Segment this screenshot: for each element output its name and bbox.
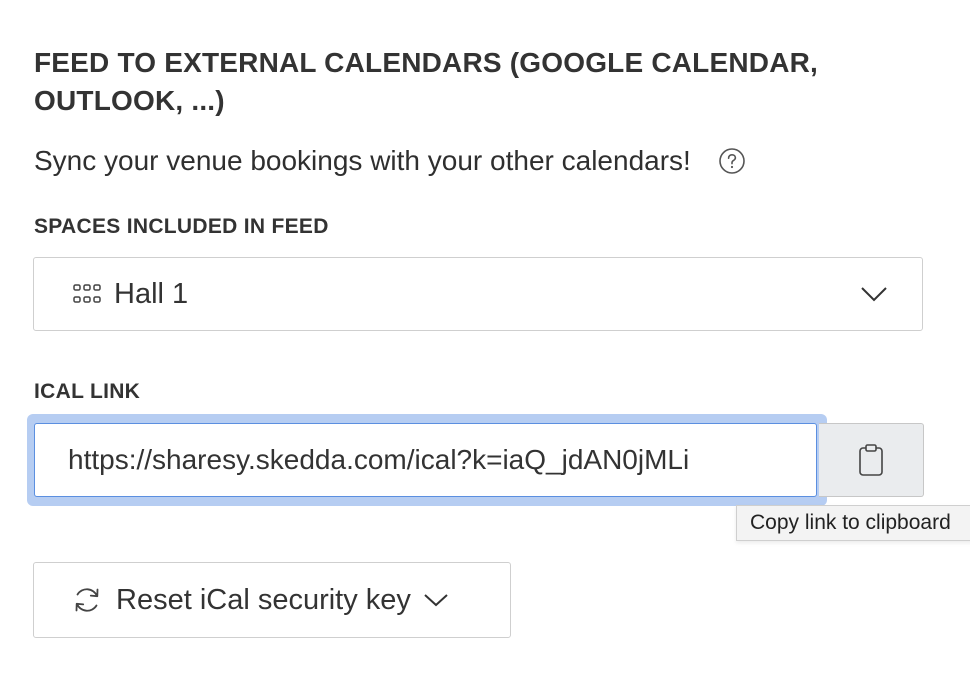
ical-link-label: ICAL LINK [34, 380, 141, 403]
spaces-label: SPACES INCLUDED IN FEED [34, 215, 329, 238]
ical-link-row [27, 414, 927, 506]
focus-ring [27, 414, 827, 506]
copy-link-tooltip: Copy link to clipboard [736, 505, 970, 541]
spaces-selected-value: Hall 1 [114, 277, 189, 310]
chevron-down-icon [423, 592, 449, 608]
subtitle: Sync your venue bookings with your other… [34, 145, 691, 176]
question-circle-icon[interactable] [719, 148, 745, 174]
clipboard-icon [858, 443, 884, 477]
copy-link-button[interactable] [819, 423, 924, 497]
refresh-icon [72, 585, 102, 615]
grid-icon [72, 283, 102, 305]
reset-ical-key-button[interactable]: Reset iCal security key [33, 562, 511, 638]
reset-ical-key-label: Reset iCal security key [116, 583, 411, 616]
spaces-select[interactable]: Hall 1 [33, 257, 923, 331]
ical-feed-panel: FEED TO EXTERNAL CALENDARS (GOOGLE CALEN… [0, 0, 970, 694]
ical-link-input[interactable] [34, 423, 817, 497]
subtitle-row: Sync your venue bookings with your other… [34, 141, 745, 181]
chevron-down-icon [860, 285, 888, 303]
section-title: FEED TO EXTERNAL CALENDARS (GOOGLE CALEN… [34, 47, 819, 116]
